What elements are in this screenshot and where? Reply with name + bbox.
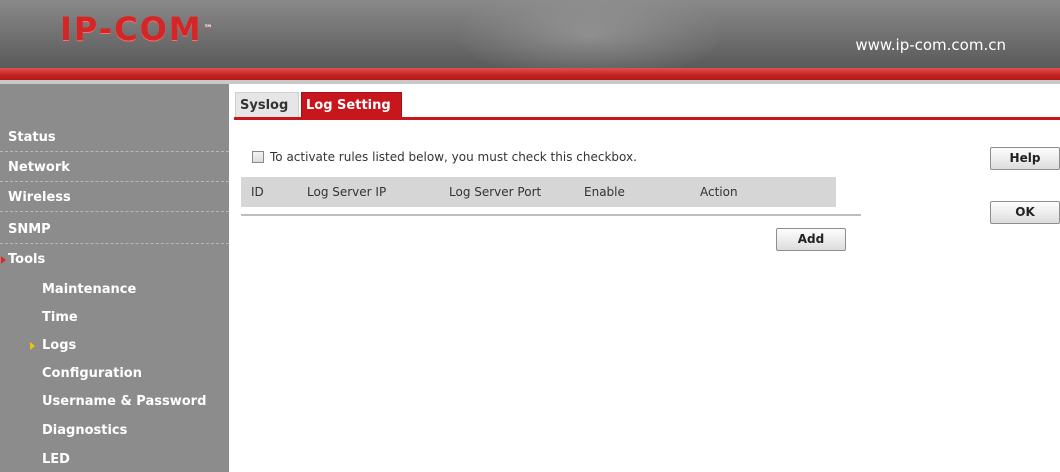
sidebar-subitem-led[interactable]: LED	[0, 446, 229, 472]
sidebar-subitem-label: Time	[42, 310, 78, 325]
activate-rules-label: To activate rules listed below, you must…	[270, 150, 637, 164]
sidebar-subitem-label: Diagnostics	[42, 423, 128, 438]
world-map-decoration	[460, 0, 720, 68]
column-header-id: ID	[251, 185, 264, 199]
activate-rules-checkbox[interactable]	[252, 151, 264, 163]
sidebar-subitem-configuration[interactable]: Configuration	[0, 360, 229, 388]
tab-syslog[interactable]: Syslog	[235, 92, 299, 117]
selected-arrow-icon	[30, 342, 35, 350]
sidebar-item-wireless[interactable]: Wireless	[0, 184, 229, 212]
sidebar-subitem-maintenance[interactable]: Maintenance	[0, 276, 229, 304]
log-server-table-header: ID Log Server IP Log Server Port Enable …	[241, 177, 836, 207]
active-arrow-icon	[1, 256, 6, 264]
sidebar-subitem-label: LED	[42, 452, 70, 467]
sidebar-subitem-label: Maintenance	[42, 282, 137, 297]
sidebar-subitem-label: Username & Password	[42, 394, 207, 409]
header-red-bar	[0, 68, 1060, 80]
sidebar-item-status[interactable]: Status	[0, 124, 229, 152]
sidebar-item-label: Status	[8, 130, 56, 145]
sidebar-item-label: Tools	[8, 252, 46, 267]
sidebar-item-snmp[interactable]: SNMP	[0, 216, 229, 244]
sidebar-item-label: SNMP	[8, 222, 51, 237]
sidebar-subitem-username-password[interactable]: Username & Password	[0, 388, 229, 416]
sidebar-subitem-label: Logs	[42, 338, 77, 353]
sidebar-item-label: Network	[8, 160, 70, 175]
help-button[interactable]: Help	[990, 147, 1060, 170]
tab-underline	[234, 117, 1060, 120]
sidebar-subitem-logs[interactable]: Logs	[0, 332, 229, 360]
trademark-mark: ™	[203, 24, 213, 34]
sidebar-item-network[interactable]: Network	[0, 154, 229, 182]
column-header-action: Action	[700, 185, 738, 199]
column-header-log-server-ip: Log Server IP	[307, 185, 387, 199]
table-divider	[241, 214, 861, 216]
sidebar-nav: Status Network Wireless SNMP Tools Maint…	[0, 84, 229, 472]
site-url: www.ip-com.com.cn	[855, 36, 1006, 54]
sidebar-subitem-label: Configuration	[42, 366, 142, 381]
sidebar-subitem-time[interactable]: Time	[0, 304, 229, 332]
ok-button[interactable]: OK	[990, 201, 1060, 224]
column-header-log-server-port: Log Server Port	[449, 185, 542, 199]
brand-logo: IP-COM™	[60, 12, 213, 46]
add-button[interactable]: Add	[776, 228, 846, 251]
sidebar-subitem-diagnostics[interactable]: Diagnostics	[0, 417, 229, 445]
column-header-enable: Enable	[584, 185, 625, 199]
brand-logo-text: IP-COM	[60, 10, 203, 48]
page-header: IP-COM™ www.ip-com.com.cn	[0, 0, 1060, 68]
sidebar-item-label: Wireless	[8, 190, 71, 205]
sidebar-item-tools[interactable]: Tools	[0, 246, 229, 274]
tab-log-setting[interactable]: Log Setting	[301, 92, 402, 117]
